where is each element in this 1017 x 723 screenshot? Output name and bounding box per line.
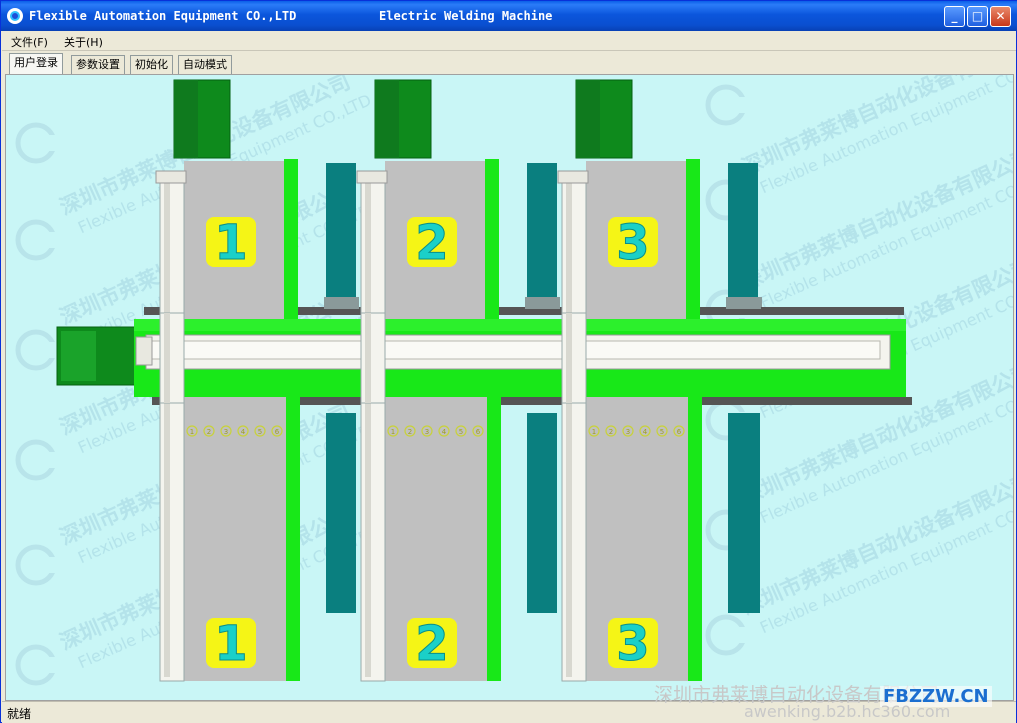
station-bottom-cylinder [326, 413, 356, 613]
station-vertical-rail [561, 170, 587, 682]
station-top-green-strip [686, 159, 700, 324]
watermark-logo-icon [18, 332, 58, 368]
station-top-cylinder [326, 163, 356, 305]
watermark-logo-icon [18, 442, 58, 478]
position-marker-label: 6 [275, 428, 280, 436]
menu-about[interactable]: 关于(H) [64, 34, 103, 50]
gantry-beam-inner [151, 340, 881, 360]
tab-auto-mode[interactable]: 自动模式 [178, 55, 232, 74]
application-window: Flexible Automation Equipment CO.,LTD El… [0, 0, 1017, 723]
right-top-cylinder-foot [726, 297, 762, 307]
station-bottom-number: 1 [214, 616, 247, 672]
station-vertical-rail-groove [566, 175, 572, 677]
menu-bar: 文件(F) 关于(H) [2, 31, 1016, 51]
minimize-icon: _ [951, 9, 958, 23]
position-marker-label: 1 [592, 428, 596, 436]
station-top-number: 1 [214, 215, 247, 271]
station-top-number: 3 [616, 215, 649, 271]
watermark-logo-icon [18, 125, 58, 161]
station-vertical-rail-groove [164, 175, 170, 677]
right-bottom-cylinder [730, 413, 760, 613]
tab-user-login[interactable]: 用户登录 [9, 53, 63, 74]
machine-diagram: 深圳市弗莱博自动化设备有限公司Flexible Automation Equip… [6, 75, 1013, 701]
vertical-rail-front-groove [164, 313, 170, 403]
watermark-logo-icon [708, 87, 748, 123]
position-marker-label: 2 [408, 428, 412, 436]
position-marker-label: 1 [190, 428, 194, 436]
app-logo-icon [7, 8, 23, 24]
watermark-logo-icon [18, 547, 58, 583]
overlay-watermark-url: awenking.b2b.hc360.com [744, 702, 951, 721]
position-marker-label: 2 [207, 428, 211, 436]
station-bottom-number: 2 [415, 616, 448, 672]
station-bottom-cylinder [527, 413, 557, 613]
station-top-cylinder [527, 163, 557, 305]
maximize-icon: □ [971, 9, 984, 23]
position-marker-label: 4 [241, 428, 246, 436]
station-bottom-number: 3 [616, 616, 649, 672]
status-text: 就绪 [7, 707, 32, 721]
window-title-company: Flexible Automation Equipment CO.,LTD [29, 9, 297, 23]
vertical-rail-front [159, 312, 185, 404]
position-marker-label: 6 [476, 428, 481, 436]
watermark-logo-icon [18, 647, 58, 683]
vertical-rail-front [561, 312, 587, 404]
close-button[interactable]: ✕ [990, 6, 1011, 27]
position-marker-label: 3 [224, 428, 228, 436]
vertical-rail-front-groove [365, 313, 371, 403]
station-top-number: 2 [415, 215, 448, 271]
station-top-motor-shade [174, 80, 198, 158]
station-bottom-green-strip [688, 397, 702, 681]
station-top-green-strip [284, 159, 298, 324]
tab-strip: 用户登录 参数设置 初始化 自动模式 [2, 52, 1016, 74]
position-marker-label: 1 [391, 428, 395, 436]
window-title-machine: Electric Welding Machine [379, 9, 553, 23]
position-marker-label: 3 [425, 428, 429, 436]
gantry-beam-cap [135, 336, 153, 366]
position-marker-label: 2 [609, 428, 613, 436]
watermark-logo-icon [18, 222, 58, 258]
machine-visualization: 深圳市弗莱博自动化设备有限公司Flexible Automation Equip… [5, 74, 1014, 701]
station-rail-cap [557, 170, 589, 184]
station-top-motor-shade [375, 80, 399, 158]
station-rail-cap [356, 170, 388, 184]
left-motor-highlight [61, 331, 96, 381]
position-marker-label: 4 [643, 428, 648, 436]
station-vertical-rail [360, 170, 386, 682]
right-top-cylinder [730, 163, 758, 305]
station-vertical-rail [159, 170, 185, 682]
vertical-rail-front [360, 312, 386, 404]
title-bar[interactable]: Flexible Automation Equipment CO.,LTD El… [1, 1, 1017, 31]
station-bottom-green-strip [286, 397, 300, 681]
menu-file[interactable]: 文件(F) [11, 34, 48, 50]
station-bottom-green-strip [487, 397, 501, 681]
station-vertical-rail-groove [365, 175, 371, 677]
position-marker-label: 5 [258, 428, 262, 436]
station-rail-cap [155, 170, 187, 184]
watermark-logo-icon [708, 617, 748, 653]
tab-initialize[interactable]: 初始化 [130, 55, 173, 74]
gantry-frame-top [134, 319, 906, 331]
station-top-green-strip [485, 159, 499, 324]
station-top-motor-shade [576, 80, 600, 158]
minimize-button[interactable]: _ [944, 6, 965, 27]
position-marker-label: 5 [660, 428, 664, 436]
position-marker-label: 4 [442, 428, 447, 436]
station-top-cylinder-foot [324, 297, 359, 309]
vertical-rail-front-groove [566, 313, 572, 403]
close-icon: ✕ [995, 9, 1006, 23]
position-marker-label: 3 [626, 428, 630, 436]
station-top-cylinder-foot [525, 297, 560, 309]
position-marker-label: 5 [459, 428, 463, 436]
tab-parameter-settings[interactable]: 参数设置 [71, 55, 125, 74]
position-marker-label: 6 [677, 428, 682, 436]
maximize-button[interactable]: □ [967, 6, 988, 27]
